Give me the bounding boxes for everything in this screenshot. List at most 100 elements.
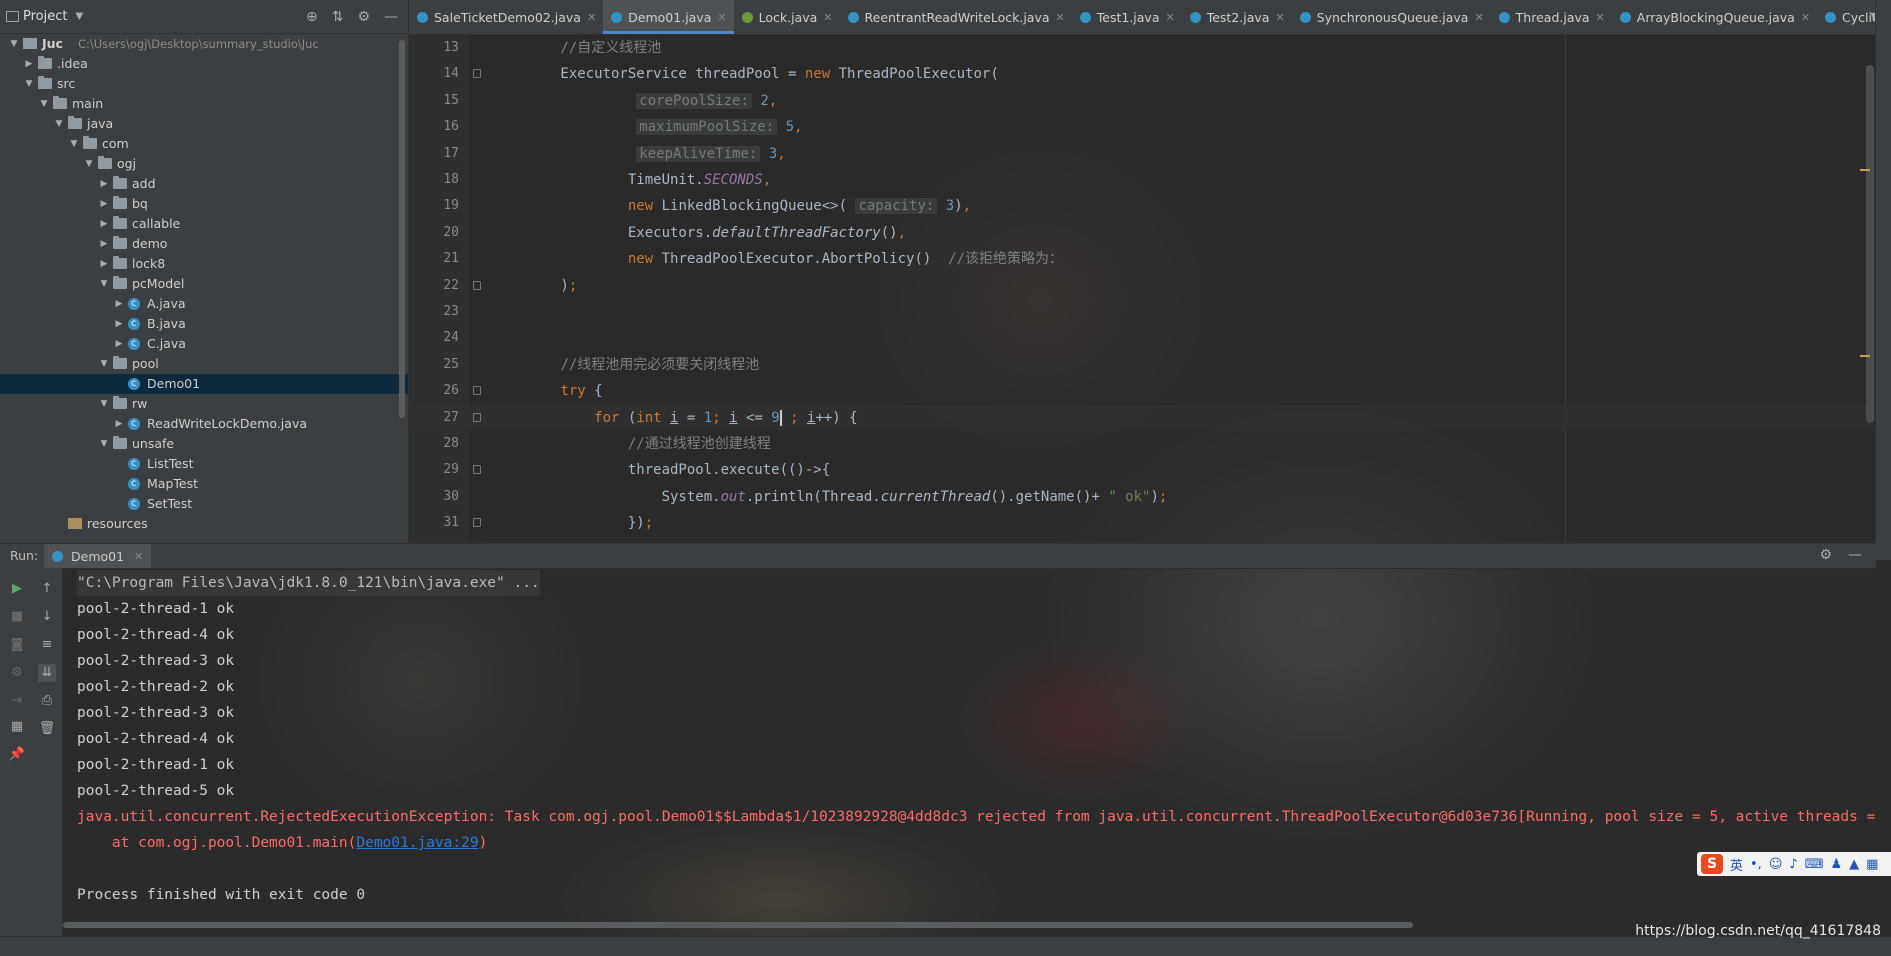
editor-tab[interactable]: Demo01.java ✕ xyxy=(603,0,735,34)
arrow-down-icon[interactable]: ↓ xyxy=(38,608,56,626)
scroll-to-end-icon[interactable]: ⇊ xyxy=(38,664,56,682)
stacktrace-link[interactable]: Demo01.java:29 xyxy=(356,835,478,851)
tree-item[interactable]: ▶ ReadWriteLockDemo.java xyxy=(0,414,408,434)
project-tree[interactable]: ▼ Juc C:\Users\ogj\Desktop\summary_studio\… xyxy=(0,34,408,545)
project-title[interactable]: Project xyxy=(23,9,67,24)
close-icon[interactable]: ✕ xyxy=(823,11,832,24)
camera-icon[interactable]: ◙ xyxy=(8,636,26,654)
tree-item[interactable]: ▼ java xyxy=(0,114,408,134)
close-icon[interactable]: ✕ xyxy=(1596,11,1605,24)
tree-item[interactable]: ▶ A.java xyxy=(0,294,408,314)
code-line[interactable]: 16 maximumPoolSize: 5, xyxy=(409,114,1876,140)
rerun-icon[interactable]: ▶ xyxy=(8,580,26,598)
code-line[interactable]: 19 new LinkedBlockingQueue<>( capacity: … xyxy=(409,193,1876,219)
chevron-right-icon[interactable]: ▶ xyxy=(98,254,110,274)
tree-item[interactable]: ▼ rw xyxy=(0,394,408,414)
tree-item[interactable]: resources xyxy=(0,514,408,534)
minimize-icon[interactable]: — xyxy=(1848,547,1862,563)
editor-tab[interactable]: Test1.java ✕ xyxy=(1072,0,1182,34)
close-icon[interactable]: ✕ xyxy=(1474,11,1483,24)
exit-icon[interactable]: ⇥ xyxy=(8,692,26,710)
chevron-right-icon[interactable]: ▶ xyxy=(113,334,125,354)
minimize-icon[interactable]: — xyxy=(384,9,398,25)
layout-icon[interactable]: ▦ xyxy=(8,718,26,736)
chevron-down-icon[interactable]: ▼ xyxy=(8,34,20,54)
chevron-down-icon[interactable]: ▼ xyxy=(75,11,83,22)
chevron-down-icon[interactable]: ▼ xyxy=(38,94,50,114)
code-line[interactable]: 28 //通过线程池创建线程 xyxy=(409,431,1876,457)
collapse-all-icon[interactable]: ⇅ xyxy=(332,9,344,25)
chevron-right-icon[interactable]: ▶ xyxy=(98,174,110,194)
chevron-down-icon[interactable]: ▼ xyxy=(98,434,110,454)
gear-icon[interactable]: ⚙ xyxy=(1819,547,1832,563)
code-line[interactable]: 27 for (int i = 1; i <= 9 ; i++) { xyxy=(409,404,1876,431)
editor-tab[interactable]: SaleTicketDemo02.java ✕ xyxy=(409,0,603,34)
chevron-right-icon[interactable]: ▶ xyxy=(98,234,110,254)
code-line[interactable]: 15 corePoolSize: 2, xyxy=(409,88,1876,114)
chevron-down-icon[interactable]: ▼ xyxy=(98,354,110,374)
tree-item[interactable]: MapTest xyxy=(0,474,408,494)
code-line[interactable]: 21 new ThreadPoolExecutor.AbortPolicy() … xyxy=(409,246,1876,272)
fold-icon[interactable] xyxy=(473,465,481,475)
chevron-down-icon[interactable]: ▼ xyxy=(68,134,80,154)
code-line[interactable]: 24 xyxy=(409,325,1876,351)
editor-scrollbar[interactable] xyxy=(1866,65,1874,423)
code-line[interactable]: 25 //线程池用完必须要关闭线程池 xyxy=(409,352,1876,378)
code-line[interactable]: 22 ); xyxy=(409,273,1876,299)
close-icon[interactable]: ✕ xyxy=(587,11,596,24)
keyboard-icon[interactable]: ⌨ xyxy=(1805,857,1824,872)
chevron-down-icon[interactable]: ▼ xyxy=(98,394,110,414)
run-tab[interactable]: Demo01 ✕ xyxy=(44,544,152,568)
tree-item[interactable]: Demo01 xyxy=(0,374,408,394)
chevron-right-icon[interactable]: ▶ xyxy=(113,414,125,434)
soft-wrap-icon[interactable]: ≡ xyxy=(38,636,56,654)
tree-item[interactable]: ▶ .idea xyxy=(0,54,408,74)
editor-tab[interactable]: Thread.java ✕ xyxy=(1491,0,1612,34)
fold-icon[interactable] xyxy=(473,518,481,528)
tree-item[interactable]: ▼ ogj xyxy=(0,154,408,174)
code-line[interactable]: 26 try { xyxy=(409,378,1876,404)
editor-tab[interactable]: SynchronousQueue.java ✕ xyxy=(1292,0,1491,34)
locate-icon[interactable]: ⊕ xyxy=(306,9,318,25)
fold-icon[interactable] xyxy=(473,386,481,396)
tree-item[interactable]: ▶ lock8 xyxy=(0,254,408,274)
code-line[interactable]: 13 //自定义线程池 xyxy=(409,35,1876,61)
tree-item[interactable]: ▶ add xyxy=(0,174,408,194)
close-icon[interactable]: ✕ xyxy=(1275,11,1284,24)
code-line[interactable]: 17 keepAliveTime: 3, xyxy=(409,141,1876,167)
tree-item[interactable]: ▼ pool xyxy=(0,354,408,374)
code-line[interactable]: 30 System.out.println(Thread.currentThre… xyxy=(409,484,1876,510)
fold-icon[interactable] xyxy=(473,280,481,290)
microphone-icon[interactable]: ♪ xyxy=(1789,857,1797,872)
pin-icon[interactable]: 📌 xyxy=(8,746,26,764)
tree-item[interactable]: ▼ main xyxy=(0,94,408,114)
code-line[interactable]: 31 }); xyxy=(409,510,1876,536)
editor-tab[interactable]: ArrayBlockingQueue.java ✕ xyxy=(1612,0,1817,34)
tree-item[interactable]: ▼ pcModel xyxy=(0,274,408,294)
chevron-right-icon[interactable]: ▶ xyxy=(113,294,125,314)
editor-tab[interactable]: Test2.java ✕ xyxy=(1182,0,1292,34)
chevron-right-icon[interactable]: ▶ xyxy=(98,214,110,234)
ime-language[interactable]: 英 xyxy=(1730,855,1743,874)
close-icon[interactable]: ✕ xyxy=(1056,11,1065,24)
close-icon[interactable]: ✕ xyxy=(1801,11,1810,24)
editor-tab[interactable]: ReentrantReadWriteLock.java ✕ xyxy=(840,0,1072,34)
tree-item[interactable]: ▼ com xyxy=(0,134,408,154)
menu-icon[interactable]: ▦ xyxy=(1866,857,1878,872)
tree-item[interactable]: ▶ C.java xyxy=(0,334,408,354)
tree-item[interactable]: ▶ demo xyxy=(0,234,408,254)
tree-item[interactable]: ▼ Juc C:\Users\ogj\Desktop\summary_studio\… xyxy=(0,34,408,54)
print-icon[interactable]: ⎙ xyxy=(38,692,56,710)
chevron-down-icon[interactable]: ▼ xyxy=(98,274,110,294)
console-scrollbar[interactable] xyxy=(63,922,1413,928)
tree-item[interactable]: ▶ bq xyxy=(0,194,408,214)
chevron-down-icon[interactable]: ▼ xyxy=(53,114,65,134)
editor-tab[interactable]: Lock.java ✕ xyxy=(734,0,840,34)
close-icon[interactable]: ✕ xyxy=(134,550,143,563)
chevron-down-icon[interactable]: ▼ xyxy=(83,154,95,174)
sogou-logo-icon[interactable]: S xyxy=(1701,854,1723,874)
fold-icon[interactable] xyxy=(473,412,481,422)
code-line[interactable]: 23 xyxy=(409,299,1876,325)
code-line[interactable]: 14 ExecutorService threadPool = new Thre… xyxy=(409,61,1876,87)
skin-icon[interactable]: ♟ xyxy=(1830,857,1842,872)
